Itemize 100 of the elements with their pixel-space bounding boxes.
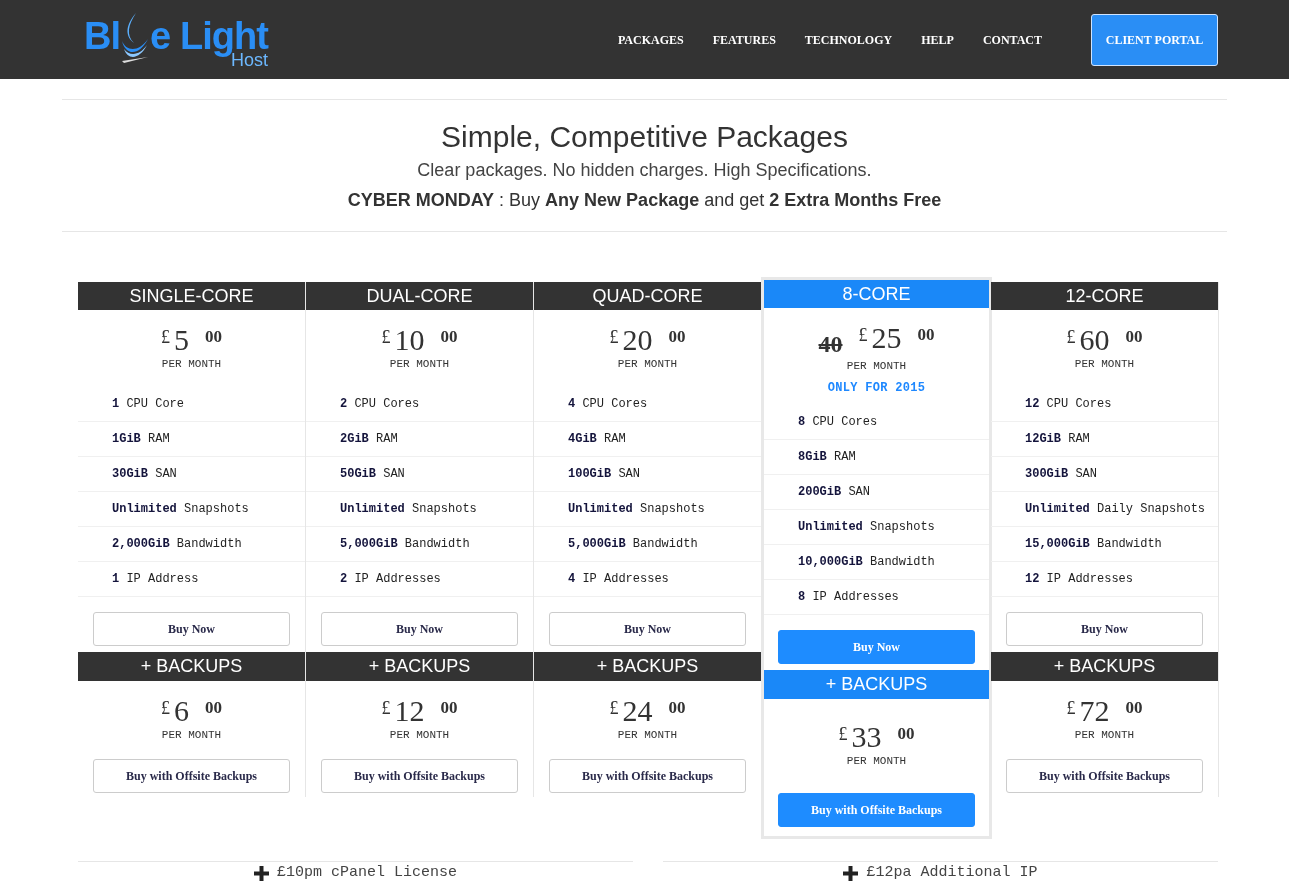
feature-text: 8GiB RAM xyxy=(798,448,856,466)
price-period: PER MONTH xyxy=(161,357,222,372)
plus-icon xyxy=(843,866,859,881)
logo-text: e Light xyxy=(150,16,268,55)
plan-name: QUAD-CORE xyxy=(592,284,703,308)
feature-text: 8 CPU Cores xyxy=(798,413,878,431)
price-amount: 12 xyxy=(394,692,425,729)
backups-title: + BACKUPS xyxy=(1053,654,1156,678)
price-period: PER MONTH xyxy=(161,727,222,743)
price-note: ONLY FOR 2015 xyxy=(827,379,926,397)
feature-text: 15,000GiB Bandwidth xyxy=(1025,535,1162,553)
backups-title: + BACKUPS xyxy=(140,654,243,678)
price-period: PER MONTH xyxy=(389,357,450,372)
page-subtitle: Clear packages. No hidden charges. High Specifications. xyxy=(417,159,872,182)
price-cents: 00 xyxy=(668,696,686,719)
price-period: PER MONTH xyxy=(617,727,678,743)
nav-link[interactable]: FEATURES xyxy=(712,30,776,49)
currency-symbol: £ xyxy=(1066,326,1076,349)
feature-text: 10,000GiB Bandwidth xyxy=(798,553,935,571)
feature-text: 4GiB RAM xyxy=(568,430,626,448)
feature-text: 1 CPU Core xyxy=(112,395,184,413)
feature-text: 5,000GiB Bandwidth xyxy=(340,535,470,553)
buy-button[interactable]: Buy Now xyxy=(549,611,746,646)
feature-text: 50GiB SAN xyxy=(340,465,405,483)
plus-icon xyxy=(254,866,269,881)
nav-link[interactable]: CONTACT xyxy=(982,30,1042,49)
feature-text: 300GiB SAN xyxy=(1025,465,1098,483)
feature-text: 12 CPU Cores xyxy=(1025,395,1112,413)
feature-text: Unlimited Snapshots xyxy=(112,500,249,518)
feature-text: 30GiB SAN xyxy=(112,465,177,483)
price-period: PER MONTH xyxy=(617,357,678,372)
nav-link[interactable]: PACKAGES xyxy=(617,30,684,49)
currency-symbol: £ xyxy=(161,696,170,720)
buy-button[interactable]: Buy Now xyxy=(1006,611,1203,646)
price-amount: 6 xyxy=(174,692,189,729)
buy-backups-button[interactable]: Buy with Offsite Backups xyxy=(321,759,518,793)
price-amount: 25 xyxy=(871,320,902,356)
feature-text: 1 IP Address xyxy=(112,570,199,588)
buy-backups-button[interactable]: Buy with Offsite Backups xyxy=(549,759,746,793)
price-cents: 00 xyxy=(1125,326,1143,348)
currency-symbol: £ xyxy=(609,326,619,349)
price-cents: 00 xyxy=(205,696,222,719)
price-period: PER MONTH xyxy=(389,727,450,743)
buy-backups-button[interactable]: Buy with Offsite Backups xyxy=(1006,759,1203,793)
feature-text: 2 IP Addresses xyxy=(340,570,441,588)
buy-button[interactable]: Buy Now xyxy=(321,611,518,646)
addon-row[interactable]: £12pa Additional IP xyxy=(663,861,1218,884)
feature-text: 100GiB SAN xyxy=(568,465,641,483)
logo[interactable]: Bl e Light Host xyxy=(84,10,268,69)
price-period: PER MONTH xyxy=(846,359,907,374)
feature-text: Unlimited Snapshots xyxy=(798,518,935,536)
price-period: PER MONTH xyxy=(846,753,907,769)
price-amount: 33 xyxy=(851,718,882,755)
price-cents: 00 xyxy=(668,326,686,348)
feature-text: Unlimited Snapshots xyxy=(568,500,705,518)
feature-text: 12 IP Addresses xyxy=(1025,570,1134,588)
currency-symbol: £ xyxy=(1066,696,1076,720)
price-cents: 00 xyxy=(897,722,915,745)
currency-symbol: £ xyxy=(858,324,868,347)
addon-label: £10pm cPanel License xyxy=(277,863,457,884)
plan-name: DUAL-CORE xyxy=(366,284,473,308)
currency-symbol: £ xyxy=(609,696,619,720)
nav-link[interactable]: HELP xyxy=(921,30,954,49)
price-cents: 00 xyxy=(205,326,222,348)
feature-text: 5,000GiB Bandwidth xyxy=(568,535,698,553)
backups-title: + BACKUPS xyxy=(368,654,471,678)
price-period: PER MONTH xyxy=(1074,727,1135,743)
buy-button[interactable]: Buy Now xyxy=(93,611,290,646)
currency-symbol: £ xyxy=(381,326,391,349)
old-price: 40 xyxy=(818,330,843,359)
currency-symbol: £ xyxy=(161,326,170,349)
feature-text: 2 CPU Cores xyxy=(340,395,420,413)
price-amount: 10 xyxy=(394,322,425,358)
currency-symbol: £ xyxy=(381,696,391,720)
price-cents: 00 xyxy=(917,324,935,346)
feature-text: 1GiB RAM xyxy=(112,430,170,448)
feature-text: 4 CPU Cores xyxy=(568,395,648,413)
plan-name: 8-CORE xyxy=(842,282,911,306)
plan-name: 12-CORE xyxy=(1065,284,1144,308)
price-cents: 00 xyxy=(440,696,458,719)
price-amount: 72 xyxy=(1079,692,1110,729)
feature-text: 2GiB RAM xyxy=(340,430,398,448)
price-amount: 5 xyxy=(174,322,189,358)
backups-title: + BACKUPS xyxy=(825,672,928,696)
backups-title: + BACKUPS xyxy=(596,654,699,678)
nav-link[interactable]: TECHNOLOGY xyxy=(804,30,893,49)
page-title: Simple, Competitive Packages xyxy=(441,119,848,155)
plan-name: SINGLE-CORE xyxy=(129,284,254,308)
buy-backups-button[interactable]: Buy with Offsite Backups xyxy=(93,759,290,793)
addon-row[interactable]: £10pm cPanel License xyxy=(78,861,633,884)
price-amount: 20 xyxy=(622,322,653,358)
feature-text: 2,000GiB Bandwidth xyxy=(112,535,242,553)
feature-text: Unlimited Daily Snapshots xyxy=(1025,500,1206,518)
price-amount: 24 xyxy=(622,692,653,729)
price-cents: 00 xyxy=(440,326,458,348)
logo-text: Bl xyxy=(84,16,121,55)
price-period: PER MONTH xyxy=(1074,357,1135,372)
promo-text: CYBER MONDAY : Buy Any New Package and get 2 Extra Months Free xyxy=(347,189,942,212)
price-cents: 00 xyxy=(1125,696,1143,719)
feature-text: Unlimited Snapshots xyxy=(340,500,477,518)
